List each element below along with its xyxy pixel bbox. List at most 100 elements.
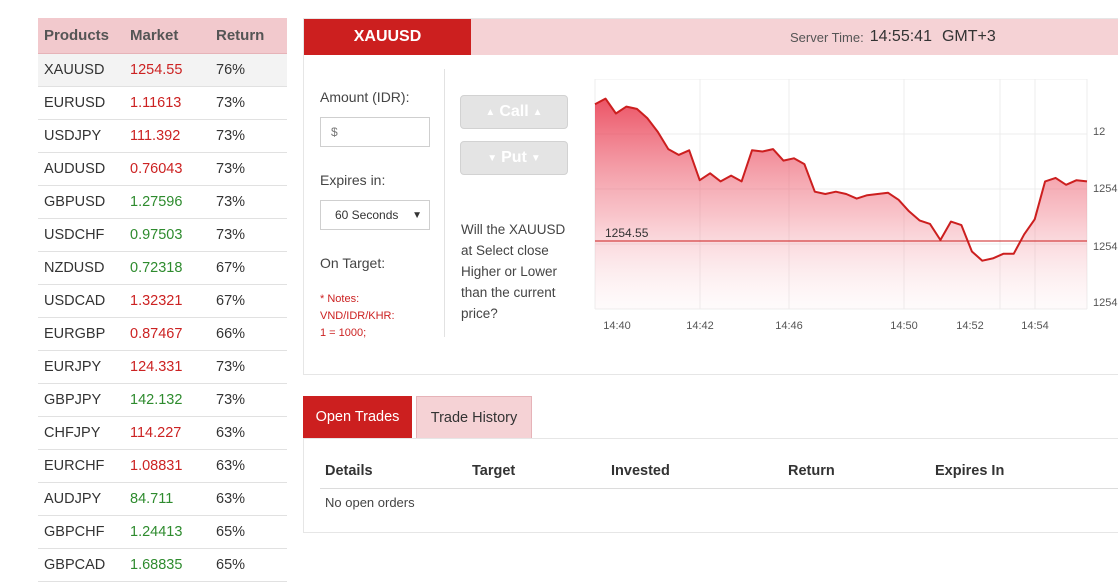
- product-return: 73%: [216, 194, 246, 210]
- product-row[interactable]: USDCHF 0.97503 73%: [38, 219, 287, 252]
- trades-table-header: Details Target Invested Return Expires I…: [320, 453, 1118, 489]
- product-return: 73%: [216, 95, 246, 111]
- symbol-tab[interactable]: XAUUSD: [304, 19, 471, 55]
- amount-input[interactable]: [320, 117, 430, 147]
- y-tick-label: 1254: [1093, 241, 1117, 253]
- price-area: [595, 98, 1087, 309]
- notes-line: 1 = 1000;: [320, 327, 367, 339]
- product-market-price: 0.87467: [130, 326, 183, 342]
- chevron-down-icon: ▼: [487, 152, 498, 164]
- expires-label: Expires in:: [320, 172, 386, 188]
- product-row[interactable]: AUDJPY 84.711 63%: [38, 483, 287, 516]
- product-row[interactable]: XAUUSD 1254.55 76%: [38, 54, 287, 87]
- product-row[interactable]: EURUSD 1.11613 73%: [38, 87, 287, 120]
- put-button[interactable]: ▼ Put ▼: [460, 141, 568, 175]
- product-market-price: 111.392: [130, 128, 181, 144]
- column-header-return: Return: [788, 462, 835, 479]
- chevron-up-icon: ▲: [532, 106, 543, 118]
- column-header-target: Target: [472, 462, 516, 479]
- product-row[interactable]: GBPUSD 1.27596 73%: [38, 186, 287, 219]
- product-symbol: EURUSD: [44, 95, 106, 111]
- product-market-price: 0.76043: [130, 161, 183, 177]
- product-market-price: 1.32321: [130, 293, 183, 309]
- chevron-down-icon: ▼: [530, 152, 541, 164]
- product-return: 63%: [216, 425, 246, 441]
- product-market-price: 1.68835: [130, 557, 183, 573]
- product-row[interactable]: EURCHF 1.08831 63%: [38, 450, 287, 483]
- product-row[interactable]: GBPCAD 1.68835 65%: [38, 549, 287, 582]
- product-symbol: EURGBP: [44, 326, 106, 342]
- product-row[interactable]: AUDUSD 0.76043 73%: [38, 153, 287, 186]
- product-market-price: 1.27596: [130, 194, 183, 210]
- product-row[interactable]: USDJPY 111.392 73%: [38, 120, 287, 153]
- amount-label: Amount (IDR):: [320, 89, 410, 105]
- product-return: 73%: [216, 227, 246, 243]
- product-row[interactable]: GBPCHF 1.24413 65%: [38, 516, 287, 549]
- product-return: 67%: [216, 260, 246, 276]
- product-row[interactable]: USDCAD 1.32321 67%: [38, 285, 287, 318]
- chevron-up-icon: ▲: [485, 106, 496, 118]
- product-row[interactable]: EURJPY 124.331 73%: [38, 351, 287, 384]
- product-return: 63%: [216, 491, 246, 507]
- expires-select[interactable]: 60 Seconds ▼: [320, 200, 430, 230]
- products-table-header: Products Market Return: [38, 18, 287, 54]
- product-symbol: AUDJPY: [44, 491, 102, 507]
- product-symbol: NZDUSD: [44, 260, 105, 276]
- x-tick-label: 14:52: [956, 320, 984, 332]
- column-header-products: Products: [44, 27, 110, 44]
- product-market-price: 142.132: [130, 392, 183, 408]
- product-market-price: 0.97503: [130, 227, 183, 243]
- product-symbol: EURCHF: [44, 458, 105, 474]
- form-divider: [444, 69, 445, 337]
- call-button[interactable]: ▲ Call ▲: [460, 95, 568, 129]
- product-market-price: 1.08831: [130, 458, 183, 474]
- dropdown-caret-icon: ▼: [412, 209, 422, 221]
- tab-open-trades[interactable]: Open Trades: [303, 396, 412, 438]
- put-button-label: Put: [501, 149, 527, 166]
- product-row[interactable]: GBPJPY 142.132 73%: [38, 384, 287, 417]
- product-symbol: CHFJPY: [44, 425, 101, 441]
- expires-select-value: 60 Seconds: [335, 208, 399, 222]
- y-tick-label: 1254.: [1093, 297, 1118, 309]
- x-axis: 14:40 14:42 14:46 14:50 14:52 14:54: [603, 320, 1049, 332]
- column-header-return: Return: [216, 27, 265, 44]
- current-price-label: 1254.55: [605, 226, 649, 240]
- column-header-market: Market: [130, 27, 179, 44]
- notes-line: * Notes:: [320, 293, 360, 305]
- products-table-body: XAUUSD 1254.55 76% EURUSD 1.11613 73% USDJPY 11…: [38, 54, 287, 582]
- product-symbol: GBPCAD: [44, 557, 106, 573]
- product-market-price: 1254.55: [130, 62, 183, 78]
- product-row[interactable]: EURGBP 0.87467 66%: [38, 318, 287, 351]
- product-symbol: GBPCHF: [44, 524, 105, 540]
- product-symbol: USDJPY: [44, 128, 102, 144]
- product-symbol: EURJPY: [44, 359, 102, 375]
- trades-tabs: Open Trades Trade History: [303, 396, 532, 438]
- product-return: 63%: [216, 458, 246, 474]
- empty-state-text: No open orders: [325, 495, 415, 510]
- product-row[interactable]: CHFJPY 114.227 63%: [38, 417, 287, 450]
- x-tick-label: 14:46: [775, 320, 803, 332]
- call-button-label: Call: [499, 103, 529, 120]
- product-return: 65%: [216, 524, 246, 540]
- product-return: 67%: [216, 293, 246, 309]
- x-tick-label: 14:40: [603, 320, 631, 332]
- on-target-label: On Target:: [320, 255, 386, 271]
- product-market-price: 114.227: [130, 425, 182, 441]
- product-symbol: GBPJPY: [44, 392, 102, 408]
- tab-trade-history[interactable]: Trade History: [416, 396, 532, 438]
- product-return: 73%: [216, 392, 246, 408]
- product-return: 65%: [216, 557, 246, 573]
- y-tick-label: 12: [1093, 126, 1105, 138]
- price-chart: 1254.55 14:40 14:42 14:46 14:50 14:52 14:54 1…: [594, 79, 1118, 332]
- product-return: 73%: [216, 359, 246, 375]
- product-symbol: GBPUSD: [44, 194, 106, 210]
- product-symbol: USDCHF: [44, 227, 105, 243]
- server-time: Server Time: 14:55:41 GMT+3: [790, 19, 996, 55]
- product-market-price: 0.72318: [130, 260, 183, 276]
- product-market-price: 124.331: [130, 359, 183, 375]
- product-market-price: 1.11613: [130, 95, 182, 111]
- chart-area: 1254.55: [594, 97, 1088, 309]
- product-return: 76%: [216, 62, 246, 78]
- product-return: 66%: [216, 326, 246, 342]
- product-row[interactable]: NZDUSD 0.72318 67%: [38, 252, 287, 285]
